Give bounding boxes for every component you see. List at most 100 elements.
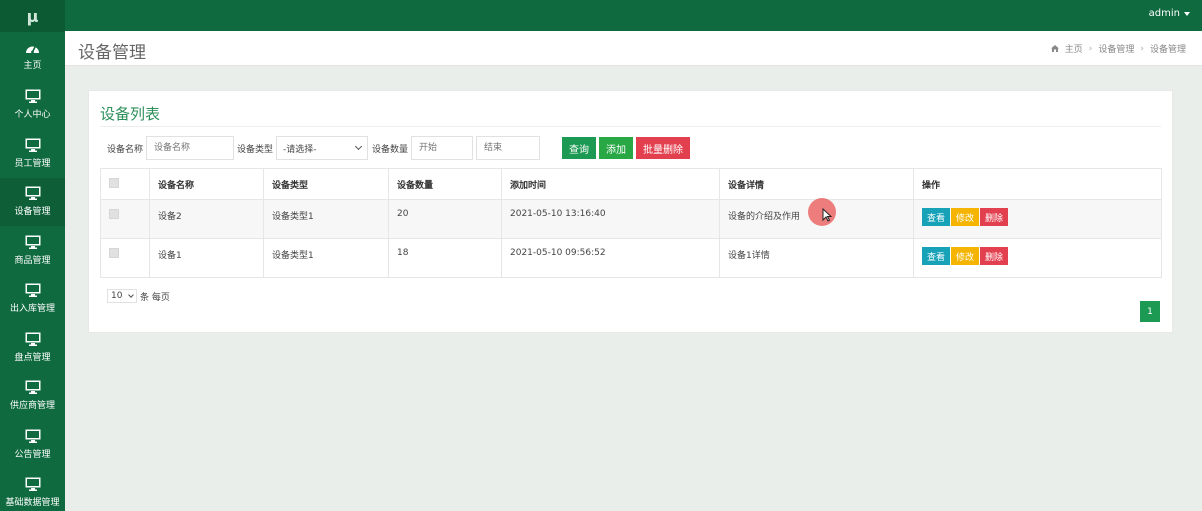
cell-count: 18: [388, 238, 502, 278]
divider: [100, 126, 1161, 127]
sidebar-item-label: 商品管理: [14, 255, 51, 266]
count-start-input[interactable]: [411, 136, 474, 160]
column-header: 设备详情: [719, 168, 914, 200]
cell-name: 设备1: [149, 238, 264, 278]
sidebar: μ 主页 个人中心 员工管理 设备管理 商品管理 出入库管理 盘点管理 供应商管…: [0, 0, 65, 511]
device-list-card: 设备列表 设备名称 设备类型 -请选择- 设备数量 查询 添加 批量删除 设备名…: [88, 90, 1173, 333]
table-row: 设备1 设备类型1 18 2021-05-10 09:56:52 设备1详情 查…: [100, 238, 1162, 278]
home-icon: [1050, 45, 1059, 52]
sidebar-item-label: 盘点管理: [14, 352, 51, 363]
device-count-label: 设备数量: [372, 144, 409, 155]
select-all-cell: [100, 168, 150, 200]
row-select-cell: [100, 238, 150, 278]
device-type-label: 设备类型: [237, 144, 274, 155]
breadcrumb-home[interactable]: 主页: [1065, 42, 1083, 55]
monitor-icon: [25, 89, 40, 104]
breadcrumb-separator-icon: ›: [1140, 43, 1144, 54]
sidebar-item-label: 出入库管理: [9, 304, 55, 315]
cell-name: 设备2: [149, 199, 264, 239]
row-checkbox[interactable]: [109, 248, 119, 258]
row-checkbox[interactable]: [109, 209, 119, 219]
monitor-icon: [25, 138, 40, 152]
sidebar-item-profile[interactable]: 个人中心: [0, 81, 65, 130]
select-all-checkbox[interactable]: [109, 177, 119, 188]
batch-delete-button[interactable]: 批量删除: [636, 137, 691, 159]
cell-actions: 查看 修改 删除: [913, 199, 1162, 239]
monitor-icon: [25, 429, 40, 443]
caret-down-icon: [1184, 11, 1190, 16]
breadcrumb-current: 设备管理: [1149, 45, 1186, 55]
cell-type: 设备类型1: [263, 199, 389, 239]
table-row: 设备2 设备类型1 20 2021-05-10 13:16:40 设备的介绍及作…: [100, 199, 1162, 239]
breadcrumb: 主页 › 设备管理 › 设备管理: [1050, 42, 1186, 55]
sidebar-item-label: 个人中心: [14, 110, 51, 121]
monitor-icon: [25, 380, 40, 395]
page-size-value: 10: [111, 291, 123, 301]
cell-type: 设备类型1: [263, 238, 389, 278]
view-button[interactable]: 查看: [922, 247, 951, 265]
sidebar-item-goods[interactable]: 商品管理: [0, 226, 65, 275]
cell-time: 2021-05-10 09:56:52: [501, 238, 720, 278]
delete-button[interactable]: 删除: [980, 247, 1009, 265]
sidebar-item-notice[interactable]: 公告管理: [0, 420, 65, 469]
sidebar-item-label: 供应商管理: [9, 401, 55, 412]
breadcrumb-separator-icon: ›: [1088, 43, 1093, 54]
edit-button[interactable]: 修改: [951, 247, 980, 265]
monitor-icon: [25, 235, 40, 249]
monitor-icon: [25, 283, 40, 298]
sidebar-item-label: 设备管理: [14, 207, 51, 218]
device-type-select[interactable]: -请选择-: [276, 136, 369, 160]
mouse-cursor-icon: [822, 208, 832, 222]
sidebar-item-label: 员工管理: [14, 158, 51, 169]
page-size-suffix: 条 每页: [140, 292, 170, 303]
cell-detail: 设备1详情: [719, 238, 914, 278]
delete-button[interactable]: 删除: [980, 208, 1009, 226]
chevron-down-icon: [354, 142, 363, 151]
device-name-label: 设备名称: [107, 144, 144, 155]
chevron-down-icon: [128, 291, 134, 298]
query-button[interactable]: 查询: [562, 137, 597, 159]
row-select-cell: [100, 199, 150, 239]
sidebar-item-inventory[interactable]: 盘点管理: [0, 323, 65, 372]
topbar: admin: [65, 0, 1202, 31]
add-button[interactable]: 添加: [599, 137, 634, 159]
column-header: 添加时间: [501, 168, 720, 200]
cell-time: 2021-05-10 13:16:40: [501, 199, 720, 239]
edit-button[interactable]: 修改: [951, 208, 980, 226]
page-size-select[interactable]: 10: [107, 289, 137, 303]
cell-actions: 查看 修改 删除: [913, 238, 1162, 278]
cell-count: 20: [388, 199, 502, 239]
column-header: 设备数量: [388, 168, 502, 200]
sidebar-item-label: 公告管理: [14, 449, 51, 460]
column-header: 设备名称: [149, 168, 264, 200]
sidebar-item-staff[interactable]: 员工管理: [0, 129, 65, 178]
monitor-icon: [25, 477, 40, 492]
page-size-control: 10 条 每页: [107, 289, 170, 303]
page-header: 设备管理 主页 › 设备管理 › 设备管理: [65, 31, 1202, 66]
user-menu[interactable]: admin: [1149, 8, 1190, 19]
card-title: 设备列表: [100, 105, 161, 123]
column-header: 操作: [913, 168, 1162, 200]
sidebar-item-device[interactable]: 设备管理: [0, 177, 65, 226]
search-bar: 设备名称 设备类型 -请选择- 设备数量 查询 添加 批量删除: [107, 136, 691, 160]
table-header-row: 设备名称 设备类型 设备数量 添加时间 设备详情 操作: [100, 168, 1162, 200]
breadcrumb-item[interactable]: 设备管理: [1098, 42, 1134, 55]
pagination-page-1[interactable]: 1: [1140, 301, 1160, 322]
page-title: 设备管理: [78, 43, 146, 63]
sidebar-item-supplier[interactable]: 供应商管理: [0, 372, 65, 421]
view-button[interactable]: 查看: [922, 208, 951, 226]
username: admin: [1148, 8, 1180, 19]
sidebar-item-home[interactable]: 主页: [0, 32, 65, 81]
device-type-selected: -请选择-: [283, 144, 317, 155]
device-table: 设备名称 设备类型 设备数量 添加时间 设备详情 操作 设备2 设备类型1 20…: [100, 168, 1162, 278]
monitor-icon: [25, 332, 40, 346]
sidebar-item-label: 主页: [23, 61, 42, 72]
sidebar-item-basedata[interactable]: 基础数据管理: [0, 469, 65, 511]
device-name-input[interactable]: [146, 136, 235, 160]
dashboard-icon: [26, 45, 39, 54]
sidebar-item-label: 基础数据管理: [5, 498, 60, 509]
column-header: 设备类型: [263, 168, 389, 200]
sidebar-item-inout[interactable]: 出入库管理: [0, 275, 65, 324]
count-end-input[interactable]: [476, 136, 541, 160]
monitor-icon: [25, 186, 40, 201]
